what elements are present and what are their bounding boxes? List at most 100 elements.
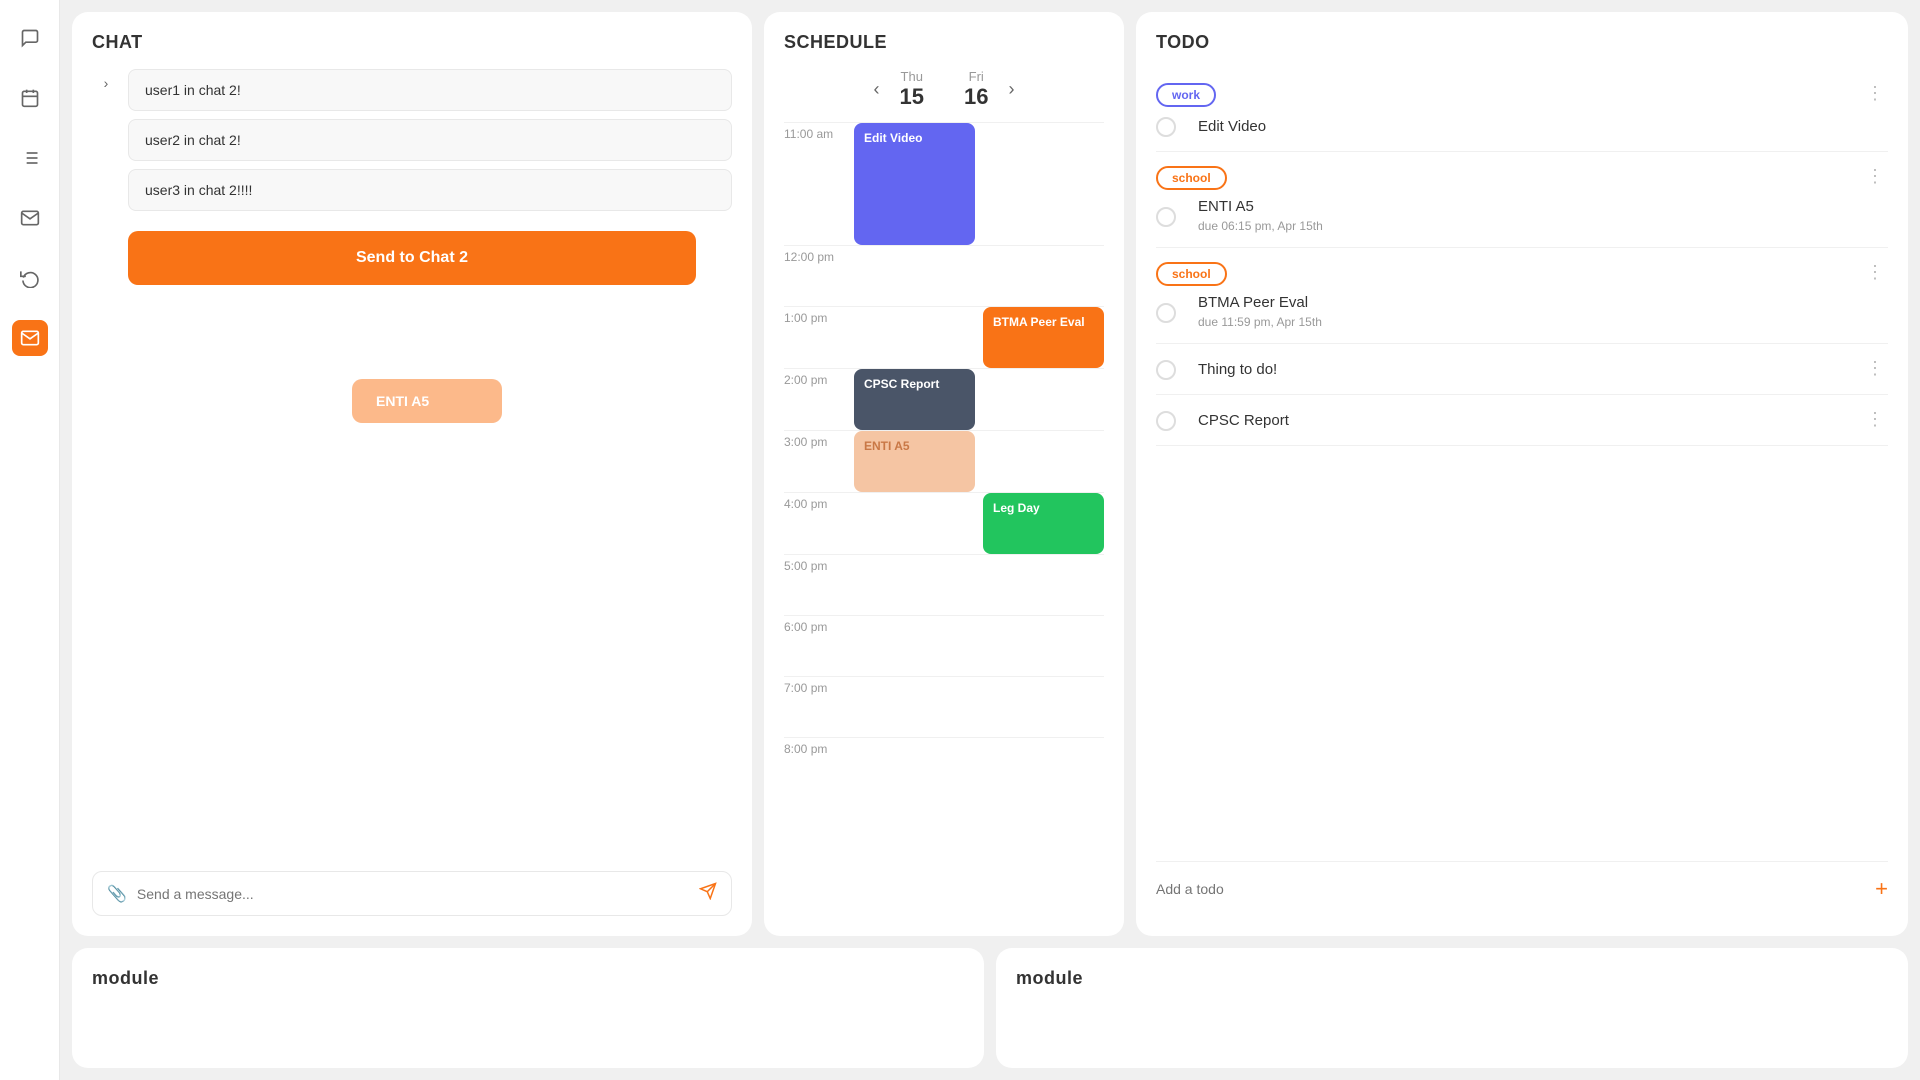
chat-body: › user1 in chat 2! user2 in chat 2! user… bbox=[92, 69, 732, 871]
todo-item-enti-a5: school ENTI A5 due 06:15 pm, Apr 15th ⋮ bbox=[1156, 152, 1888, 248]
todo-title-4: Thing to do! bbox=[1198, 361, 1277, 378]
chat-send-button[interactable] bbox=[699, 882, 717, 905]
schedule-day-thu: Thu 15 bbox=[900, 69, 924, 110]
event-edit-video[interactable]: Edit Video bbox=[854, 123, 975, 245]
time-3pm: 3:00 pm bbox=[784, 431, 854, 492]
chat-title: CHAT bbox=[92, 32, 732, 53]
sched-row-11am: 11:00 am Edit Video bbox=[784, 122, 1104, 245]
module-title-2: module bbox=[1016, 968, 1888, 989]
todo-more-btn-1[interactable]: ⋮ bbox=[1862, 83, 1888, 104]
todo-checkbox-4[interactable] bbox=[1156, 360, 1176, 380]
chat-message-3: user3 in chat 2!!!! bbox=[128, 169, 732, 211]
todo-item-cpsc: CPSC Report ⋮ bbox=[1156, 395, 1888, 446]
todo-title-1: Edit Video bbox=[1198, 118, 1266, 135]
schedule-day-fri: Fri 16 bbox=[964, 69, 988, 110]
time-6pm: 6:00 pm bbox=[784, 616, 854, 676]
sched-row-8pm: 8:00 pm bbox=[784, 737, 1104, 798]
todo-item-edit-video: work Edit Video ⋮ bbox=[1156, 69, 1888, 152]
main-content: CHAT › user1 in chat 2! user2 in chat 2!… bbox=[60, 0, 1920, 1080]
time-5pm: 5:00 pm bbox=[784, 555, 854, 615]
chat-input-area: 📎 bbox=[92, 871, 732, 916]
time-12pm: 12:00 pm bbox=[784, 246, 854, 306]
event-cpsc-report[interactable]: CPSC Report bbox=[854, 369, 975, 430]
send-to-chat-button[interactable]: Send to Chat 2 bbox=[128, 231, 696, 285]
schedule-days: Thu 15 Fri 16 bbox=[900, 69, 989, 110]
todo-add-row: + bbox=[1156, 861, 1888, 916]
todo-tag-work-1: work bbox=[1156, 83, 1216, 107]
chat-messages: user1 in chat 2! user2 in chat 2! user3 … bbox=[128, 69, 732, 211]
schedule-nav: ‹ Thu 15 Fri 16 › bbox=[784, 69, 1104, 110]
schedule-grid: 11:00 am Edit Video 12:00 pm bbox=[784, 122, 1104, 916]
sched-row-2pm: 2:00 pm CPSC Report bbox=[784, 368, 1104, 430]
time-11am: 11:00 am bbox=[784, 123, 854, 245]
sidebar-refresh-icon[interactable] bbox=[12, 260, 48, 296]
dragged-chat-item[interactable]: ENTI A5 bbox=[352, 379, 502, 423]
sched-row-6pm: 6:00 pm bbox=[784, 615, 1104, 676]
top-row: CHAT › user1 in chat 2! user2 in chat 2!… bbox=[72, 12, 1908, 936]
sidebar-calendar-icon[interactable] bbox=[12, 80, 48, 116]
event-enti-a5[interactable]: ENTI A5 bbox=[854, 431, 975, 492]
time-7pm: 7:00 pm bbox=[784, 677, 854, 737]
chat-message-1: user1 in chat 2! bbox=[128, 69, 732, 111]
todo-add-button[interactable]: + bbox=[1875, 876, 1888, 902]
time-8pm: 8:00 pm bbox=[784, 738, 854, 798]
bottom-row: module module bbox=[72, 948, 1908, 1068]
schedule-panel: SCHEDULE ‹ Thu 15 Fri 16 › bbox=[764, 12, 1124, 936]
sched-row-12pm: 12:00 pm bbox=[784, 245, 1104, 306]
todo-due-3: due 11:59 pm, Apr 15th bbox=[1198, 315, 1322, 329]
sched-row-4pm: 4:00 pm Leg Day bbox=[784, 492, 1104, 554]
module-panel-1: module bbox=[72, 948, 984, 1068]
todo-more-btn-2[interactable]: ⋮ bbox=[1862, 166, 1888, 187]
todo-title-3: BTMA Peer Eval bbox=[1198, 294, 1322, 311]
todo-checkbox-1[interactable] bbox=[1156, 117, 1176, 137]
attachment-icon[interactable]: 📎 bbox=[107, 884, 127, 904]
chat-panel: CHAT › user1 in chat 2! user2 in chat 2!… bbox=[72, 12, 752, 936]
todo-item-thing: Thing to do! ⋮ bbox=[1156, 344, 1888, 395]
sched-row-1pm: 1:00 pm BTMA Peer Eval bbox=[784, 306, 1104, 368]
sched-row-5pm: 5:00 pm bbox=[784, 554, 1104, 615]
todo-panel: TODO work Edit Video ⋮ school bbox=[1136, 12, 1908, 936]
todo-add-input[interactable] bbox=[1156, 881, 1875, 897]
col-fri-11am bbox=[983, 123, 1104, 245]
schedule-prev-btn[interactable]: ‹ bbox=[874, 79, 880, 100]
todo-tag-school-1: school bbox=[1156, 166, 1227, 190]
sched-cols-1pm: BTMA Peer Eval bbox=[854, 307, 1104, 368]
todo-more-btn-5[interactable]: ⋮ bbox=[1862, 409, 1888, 430]
schedule-title: SCHEDULE bbox=[784, 32, 1104, 53]
todo-due-2: due 06:15 pm, Apr 15th bbox=[1198, 219, 1323, 233]
todo-title-5: CPSC Report bbox=[1198, 412, 1289, 429]
sched-row-3pm: 3:00 pm ENTI A5 bbox=[784, 430, 1104, 492]
time-1pm: 1:00 pm bbox=[784, 307, 854, 368]
todo-checkbox-2[interactable] bbox=[1156, 207, 1176, 227]
sched-cols-2pm: CPSC Report bbox=[854, 369, 1104, 430]
schedule-next-btn[interactable]: › bbox=[1008, 79, 1014, 100]
chat-message-2: user2 in chat 2! bbox=[128, 119, 732, 161]
sched-cols-4pm: Leg Day bbox=[854, 493, 1104, 554]
todo-more-btn-3[interactable]: ⋮ bbox=[1862, 262, 1888, 283]
sidebar-list-icon[interactable] bbox=[12, 140, 48, 176]
todo-title: TODO bbox=[1156, 32, 1888, 53]
col-thu-11am: Edit Video bbox=[854, 123, 975, 245]
todo-tag-school-2: school bbox=[1156, 262, 1227, 286]
todo-more-btn-4[interactable]: ⋮ bbox=[1862, 358, 1888, 379]
sidebar-chat-icon[interactable] bbox=[12, 20, 48, 56]
todo-title-2: ENTI A5 bbox=[1198, 198, 1323, 215]
todo-checkbox-5[interactable] bbox=[1156, 411, 1176, 431]
sidebar bbox=[0, 0, 60, 1080]
sidebar-mail2-icon[interactable] bbox=[12, 320, 48, 356]
time-4pm: 4:00 pm bbox=[784, 493, 854, 554]
chat-expand-btn[interactable]: › bbox=[92, 69, 120, 97]
sched-cols-12pm bbox=[854, 246, 1104, 306]
module-title-1: module bbox=[92, 968, 964, 989]
sched-cols-3pm: ENTI A5 bbox=[854, 431, 1104, 492]
event-leg-day[interactable]: Leg Day bbox=[983, 493, 1104, 554]
sched-cols-11am: Edit Video bbox=[854, 123, 1104, 245]
module-panel-2: module bbox=[996, 948, 1908, 1068]
sched-row-7pm: 7:00 pm bbox=[784, 676, 1104, 737]
todo-checkbox-3[interactable] bbox=[1156, 303, 1176, 323]
sidebar-mail-icon[interactable] bbox=[12, 200, 48, 236]
time-2pm: 2:00 pm bbox=[784, 369, 854, 430]
event-btma-peer-eval[interactable]: BTMA Peer Eval bbox=[983, 307, 1104, 368]
chat-input[interactable] bbox=[137, 886, 689, 902]
todo-item-btma: school BTMA Peer Eval due 11:59 pm, Apr … bbox=[1156, 248, 1888, 344]
